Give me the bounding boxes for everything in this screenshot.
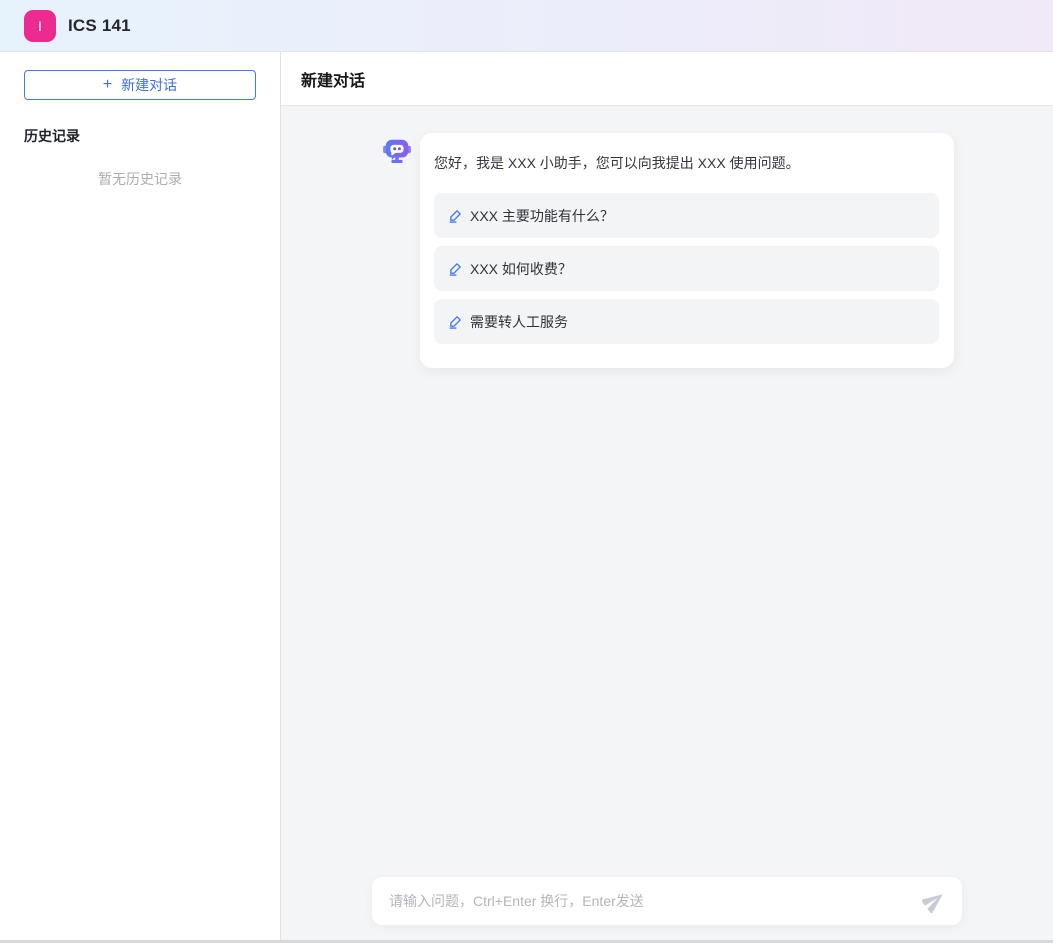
new-chat-button[interactable]: + 新建对话 [24,70,256,100]
suggestion-item-human-service[interactable]: 需要转人工服务 [434,299,939,344]
bot-avatar-icon [382,135,412,165]
pencil-icon [448,208,463,223]
history-section-title: 历史记录 [24,126,256,146]
main-area: 新建对话 [281,52,1053,943]
bot-message-row: 您好，我是 XXX 小助手，您可以向我提出 XXX 使用问题。 XXX 主要功能… [372,133,962,368]
top-header: I ICS 141 [0,0,1053,52]
sidebar: + 新建对话 历史记录 暂无历史记录 [0,52,281,943]
app-window: I ICS 141 + 新建对话 历史记录 暂无历史记录 新建对话 [0,0,1053,943]
app-logo-icon: I [24,10,56,42]
chat-area: 您好，我是 XXX 小助手，您可以向我提出 XXX 使用问题。 XXX 主要功能… [281,106,1053,943]
suggestion-list: XXX 主要功能有什么？ XXX 如何收费？ [434,193,939,344]
plus-icon: + [103,77,112,93]
greeting-text: 您好，我是 XXX 小助手，您可以向我提出 XXX 使用问题。 [434,153,939,173]
suggestion-item-pricing[interactable]: XXX 如何收费？ [434,246,939,291]
conversation-header: 新建对话 [281,52,1053,106]
message-input-bar [372,877,962,925]
conversation-title: 新建对话 [301,67,365,91]
suggestion-label: XXX 主要功能有什么？ [470,206,614,226]
suggestion-label: XXX 如何收费？ [470,259,572,279]
logo-letter: I [38,18,42,34]
send-icon [922,889,946,913]
suggestion-label: 需要转人工服务 [470,312,568,332]
pencil-icon [448,314,463,329]
send-button[interactable] [920,887,948,915]
app-title: ICS 141 [68,16,131,36]
suggestion-item-main-features[interactable]: XXX 主要功能有什么？ [434,193,939,238]
new-chat-button-label: 新建对话 [121,75,177,95]
bot-message-card: 您好，我是 XXX 小助手，您可以向我提出 XXX 使用问题。 XXX 主要功能… [420,133,954,368]
pencil-icon [448,261,463,276]
history-empty-text: 暂无历史记录 [24,169,256,189]
message-input[interactable] [389,893,920,909]
